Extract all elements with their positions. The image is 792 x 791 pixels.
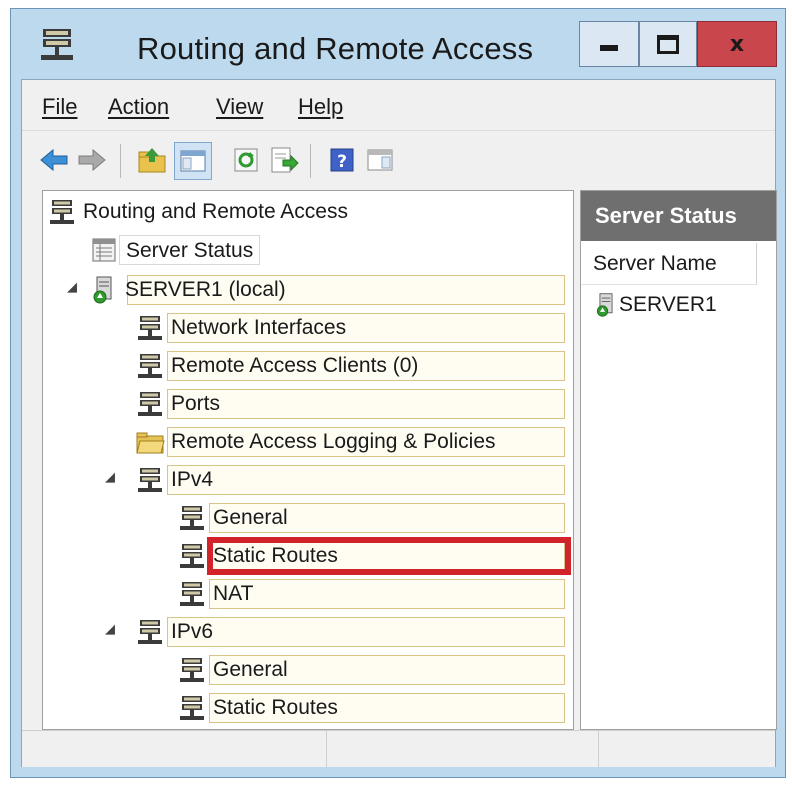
selection-frame bbox=[167, 617, 565, 647]
routing-icon bbox=[138, 392, 162, 416]
tree-label: Routing and Remote Access bbox=[83, 200, 348, 223]
selection-frame bbox=[167, 389, 565, 419]
column-header-server-name[interactable]: Server Name bbox=[581, 243, 757, 285]
title-bar[interactable]: Routing and Remote Access x bbox=[11, 9, 785, 79]
routing-icon bbox=[180, 658, 204, 682]
tree-node-root[interactable]: Routing and Remote Access bbox=[47, 195, 354, 229]
routing-icon bbox=[138, 620, 162, 644]
toolbar: ? bbox=[22, 132, 775, 190]
svg-text:?: ? bbox=[337, 152, 347, 172]
tree-label: Ports bbox=[171, 392, 221, 415]
tree-node-server-status[interactable]: Server Status bbox=[89, 233, 261, 267]
tree-node-ipv6-general[interactable]: General bbox=[177, 653, 294, 687]
tree-node-ipv4[interactable]: IPv4 bbox=[135, 463, 219, 497]
tree-node-server1[interactable]: SERVER1 (local) bbox=[89, 273, 292, 307]
tree-label: Network Interfaces bbox=[171, 316, 347, 339]
menu-divider bbox=[22, 130, 775, 131]
minimize-button[interactable] bbox=[579, 21, 639, 67]
routing-icon bbox=[138, 354, 162, 378]
window-title: Routing and Remote Access bbox=[137, 31, 534, 66]
tree-node-ipv6[interactable]: IPv6 bbox=[135, 615, 219, 649]
show-hide-tree-icon bbox=[180, 150, 206, 172]
red-highlight-box bbox=[207, 537, 571, 575]
menu-view[interactable]: View bbox=[216, 94, 263, 120]
collapse-triangle-icon[interactable]: ◢ bbox=[105, 621, 115, 637]
menu-help[interactable]: Help bbox=[298, 94, 343, 120]
export-list-icon bbox=[271, 147, 299, 173]
status-cell bbox=[326, 731, 599, 767]
tree-label: Server Status bbox=[119, 235, 261, 265]
menu-file[interactable]: File bbox=[42, 94, 77, 120]
back-arrow-icon bbox=[40, 148, 68, 172]
tree-label: NAT bbox=[213, 582, 254, 605]
collapse-triangle-icon[interactable]: ◢ bbox=[67, 279, 77, 295]
tree-node-remote-access-clients[interactable]: Remote Access Clients (0) bbox=[135, 349, 424, 383]
tree-node-ipv4-nat[interactable]: NAT bbox=[177, 577, 259, 611]
results-pane[interactable]: Server Status Server Name SERVER1 bbox=[580, 190, 777, 730]
help-icon: ? bbox=[330, 148, 354, 172]
toolbar-separator bbox=[310, 144, 311, 178]
routing-icon bbox=[180, 696, 204, 720]
routing-icon bbox=[138, 316, 162, 340]
routing-icon bbox=[180, 544, 204, 568]
back-button[interactable] bbox=[36, 142, 72, 178]
show-hide-tree-button[interactable] bbox=[174, 142, 212, 180]
tree-label: IPv4 bbox=[171, 468, 214, 491]
status-cell bbox=[22, 731, 327, 767]
forward-button[interactable] bbox=[74, 142, 110, 178]
tree-node-ports[interactable]: Ports bbox=[135, 387, 226, 421]
up-folder-icon bbox=[138, 148, 166, 173]
tree-label: General bbox=[213, 658, 288, 681]
routing-icon bbox=[180, 506, 204, 530]
tree-label: IPv6 bbox=[171, 620, 214, 643]
routing-icon bbox=[138, 468, 162, 492]
up-one-level-button[interactable] bbox=[134, 142, 170, 178]
maximize-button[interactable] bbox=[639, 21, 697, 67]
server-name-cell: SERVER1 bbox=[619, 293, 717, 316]
collapse-triangle-icon[interactable]: ◢ bbox=[105, 469, 115, 485]
tree-node-ipv6-static-routes[interactable]: Static Routes bbox=[177, 691, 344, 725]
selection-frame bbox=[209, 579, 565, 609]
list-item[interactable]: SERVER1 bbox=[593, 291, 717, 319]
tree-label: Static Routes bbox=[213, 696, 338, 719]
properties-icon bbox=[367, 149, 393, 171]
results-header: Server Status bbox=[581, 191, 776, 241]
properties-button[interactable] bbox=[362, 142, 398, 178]
tree-node-ipv4-general[interactable]: General bbox=[177, 501, 294, 535]
tree-node-network-interfaces[interactable]: Network Interfaces bbox=[135, 311, 352, 345]
toolbar-separator bbox=[120, 144, 121, 178]
refresh-button[interactable] bbox=[228, 142, 264, 178]
export-list-button[interactable] bbox=[266, 142, 302, 178]
refresh-icon bbox=[234, 148, 258, 172]
minimize-icon bbox=[600, 45, 618, 51]
tree-label: Remote Access Clients (0) bbox=[171, 354, 419, 377]
close-icon: x bbox=[729, 31, 745, 57]
close-button[interactable]: x bbox=[697, 21, 777, 67]
forward-arrow-icon bbox=[78, 148, 106, 172]
menu-action[interactable]: Action bbox=[108, 94, 169, 120]
status-bar bbox=[22, 730, 775, 767]
server-up-icon bbox=[93, 276, 112, 304]
tree-label: SERVER1 (local) bbox=[125, 278, 286, 301]
routing-app-icon bbox=[41, 29, 73, 60]
routing-icon bbox=[180, 582, 204, 606]
tree-label: General bbox=[213, 506, 288, 529]
selection-frame bbox=[167, 465, 565, 495]
tree-node-logging-policies[interactable]: Remote Access Logging & Policies bbox=[135, 425, 502, 459]
menu-bar: File Action View Help bbox=[22, 80, 775, 130]
help-button[interactable]: ? bbox=[324, 142, 360, 178]
console-tree[interactable]: Routing and Remote Access Server Status … bbox=[42, 190, 574, 730]
routing-icon bbox=[50, 200, 74, 224]
tree-label: Remote Access Logging & Policies bbox=[171, 430, 496, 453]
client-area: File Action View Help ? Routing and Remo… bbox=[21, 79, 777, 767]
folder-icon bbox=[136, 432, 165, 454]
server-status-icon bbox=[92, 238, 116, 262]
app-window: Routing and Remote Access x File Action … bbox=[10, 8, 786, 778]
server-up-icon bbox=[596, 293, 613, 317]
maximize-icon bbox=[657, 34, 679, 54]
